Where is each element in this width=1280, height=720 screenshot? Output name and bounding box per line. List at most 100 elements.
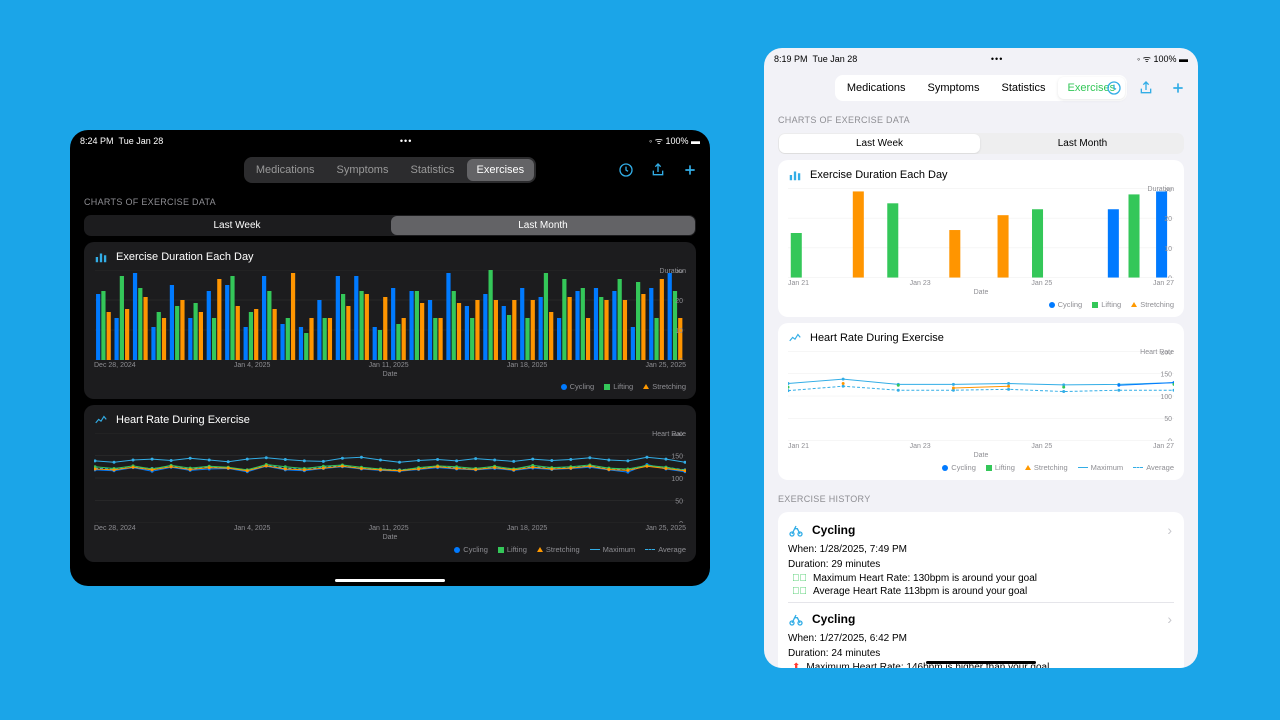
tab-symptoms[interactable]: Symptoms [918, 77, 990, 99]
legend-lifting: Lifting [986, 463, 1015, 472]
home-indicator[interactable] [926, 661, 1036, 664]
legend-cycling: Cycling [1049, 300, 1083, 309]
legend-cycling: Cycling [454, 545, 488, 554]
duration-bar-chart: 0102030 [94, 270, 686, 360]
home-indicator[interactable] [335, 579, 445, 582]
section-header: CHARTS OF EXERCISE DATA [70, 189, 710, 211]
x-axis-label: Date [788, 452, 1174, 459]
heartrate-line-chart: 050100150200 [94, 433, 686, 523]
share-icon[interactable] [650, 162, 666, 178]
range-last-month[interactable]: Last Month [391, 216, 695, 235]
svg-text:10: 10 [1164, 246, 1172, 253]
x-ticks: Jan 21Jan 23Jan 25Jan 27 [788, 278, 1174, 289]
x-ticks: Jan 21Jan 23Jan 25Jan 27 [788, 441, 1174, 452]
svg-text:100: 100 [671, 476, 683, 483]
legend-lifting: Lifting [1092, 300, 1121, 309]
status-indicators: ◦ ᯤ 100% ▬ [1137, 52, 1188, 65]
tab-statistics[interactable]: Statistics [991, 77, 1055, 99]
svg-text:0: 0 [679, 521, 683, 523]
multitask-indicator[interactable]: ••• [400, 136, 412, 146]
y-axis-label: Duration [660, 268, 686, 275]
x-ticks: Dec 28, 2024Jan 4, 2025Jan 11, 2025Jan 1… [94, 523, 686, 534]
status-bar: 8:19 PM Tue Jan 28 ••• ◦ ᯤ 100% ▬ [764, 48, 1198, 69]
hr-status-line: ✓⃝Maximum Heart Rate: 130bpm is around y… [788, 572, 1174, 585]
toolbar: MedicationsSymptomsStatisticsExercises [764, 69, 1198, 107]
history-duration: Duration: 24 minutes [788, 646, 1174, 661]
duration-chart-card: Exercise Duration Each Day Duration 0 10 2… [84, 242, 696, 399]
chart-title: Heart Rate During Exercise [810, 332, 944, 344]
check-circle-icon: ✓⃝ [792, 586, 807, 597]
history-list: Cycling › When: 1/28/2025, 7:49 PM Duration… [778, 512, 1184, 668]
chevron-right-icon: › [1167, 611, 1172, 627]
svg-text:20: 20 [1164, 216, 1172, 223]
history-type: Cycling [812, 523, 855, 537]
svg-text:20: 20 [675, 298, 683, 305]
time-range-toggle: Last WeekLast Month [84, 215, 696, 236]
check-circle-icon: ✓⃝ [792, 573, 807, 584]
bar-chart-icon [788, 168, 802, 182]
tab-exercises[interactable]: Exercises [467, 159, 535, 181]
heartrate-line-chart: 050100150200 [788, 351, 1174, 441]
x-axis-label: Date [94, 371, 686, 378]
chart-title: Exercise Duration Each Day [116, 251, 254, 263]
legend-cycling: Cycling [561, 382, 595, 391]
range-last-week[interactable]: Last Week [85, 216, 389, 235]
svg-text:50: 50 [1164, 416, 1172, 423]
chart-title: Exercise Duration Each Day [810, 169, 948, 181]
refresh-icon[interactable] [618, 162, 634, 178]
legend-maximum: Maximum [590, 545, 636, 554]
tab-medications[interactable]: Medications [837, 77, 916, 99]
tab-statistics[interactable]: Statistics [400, 159, 464, 181]
status-time: 8:24 PM [80, 136, 114, 146]
cycling-icon [788, 611, 804, 627]
legend-stretching: Stretching [537, 545, 580, 554]
status-date: Tue Jan 28 [119, 136, 164, 146]
line-chart-icon [94, 413, 108, 427]
svg-text:10: 10 [675, 328, 683, 335]
multitask-indicator[interactable]: ••• [991, 54, 1003, 64]
status-bar: 8:24 PM Tue Jan 28 ••• ◦ ᯤ 100% ▬ [70, 130, 710, 151]
add-icon[interactable] [1170, 80, 1186, 96]
legend: Cycling Lifting Stretching [94, 382, 686, 391]
range-last-month[interactable]: Last Month [982, 134, 1183, 153]
refresh-icon[interactable] [1106, 80, 1122, 96]
toolbar: MedicationsSymptomsStatisticsExercises [70, 151, 710, 189]
duration-chart-card: Exercise Duration Each Day Duration 0102… [778, 160, 1184, 317]
tab-medications[interactable]: Medications [246, 159, 325, 181]
status-time: 8:19 PM [774, 54, 808, 64]
y-axis-label: Heart Rate [652, 431, 686, 438]
heartrate-chart-card: Heart Rate During Exercise Heart Rate 05… [84, 405, 696, 562]
duration-bar-chart: 0102030 [788, 188, 1174, 278]
legend-stretching: Stretching [643, 382, 686, 391]
share-icon[interactable] [1138, 80, 1154, 96]
x-ticks: Dec 28, 2024Jan 4, 2025Jan 11, 2025Jan 1… [94, 360, 686, 371]
svg-text:150: 150 [671, 454, 683, 461]
add-icon[interactable] [682, 162, 698, 178]
tab-segmented-control: MedicationsSymptomsStatisticsExercises [835, 75, 1127, 101]
tablet-light-mode: 8:19 PM Tue Jan 28 ••• ◦ ᯤ 100% ▬ Medica… [764, 48, 1198, 668]
svg-text:150: 150 [1160, 372, 1172, 379]
legend-stretching: Stretching [1025, 463, 1068, 472]
history-type: Cycling [812, 612, 855, 626]
history-when: When: 1/27/2025, 6:42 PM [788, 631, 1174, 646]
legend-average: Average [645, 545, 686, 554]
hr-status-line: ✓⃝Average Heart Rate 113bpm is around yo… [788, 585, 1174, 598]
svg-text:0: 0 [1168, 276, 1172, 278]
legend-lifting: Lifting [604, 382, 633, 391]
svg-text:0: 0 [679, 358, 683, 360]
history-item[interactable]: Cycling › [788, 607, 1174, 631]
legend-stretching: Stretching [1131, 300, 1174, 309]
y-axis-label: Heart Rate [1140, 349, 1174, 356]
line-chart-icon [788, 331, 802, 345]
section-header: EXERCISE HISTORY [764, 486, 1198, 508]
chart-title: Heart Rate During Exercise [116, 414, 250, 426]
bar-chart-icon [94, 250, 108, 264]
range-last-week[interactable]: Last Week [779, 134, 980, 153]
tab-symptoms[interactable]: Symptoms [327, 159, 399, 181]
heartrate-chart-card: Heart Rate During Exercise Heart Rate 05… [778, 323, 1184, 480]
time-range-toggle: Last WeekLast Month [778, 133, 1184, 154]
history-when: When: 1/28/2025, 7:49 PM [788, 542, 1174, 557]
legend-average: Average [1133, 463, 1174, 472]
x-axis-label: Date [788, 289, 1174, 296]
history-item[interactable]: Cycling› [788, 518, 1174, 542]
